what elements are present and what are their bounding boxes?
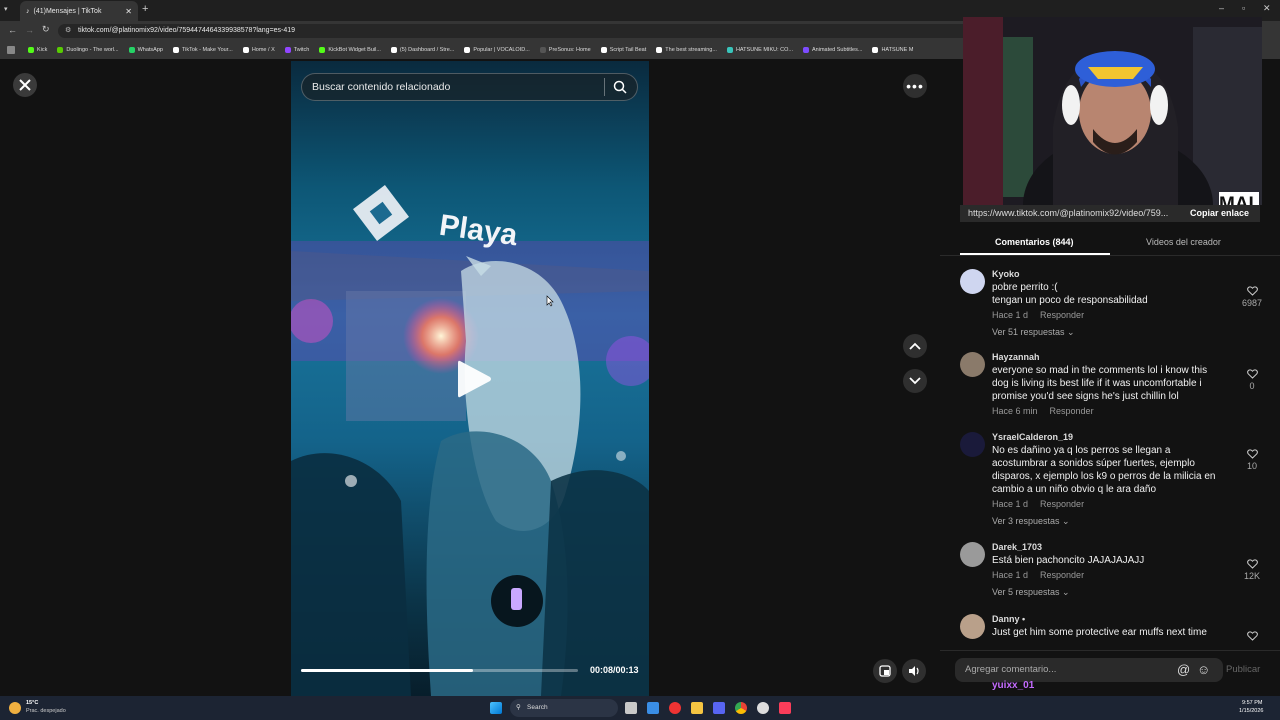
comment-username[interactable]: Kyoko [992,269,1020,279]
view-replies-label: Ver 51 respuestas [992,327,1065,337]
heart-icon [1246,631,1258,641]
heart-icon [1246,449,1258,459]
heart-icon [1246,559,1258,569]
video-timecode: 00:08/00:13 [590,665,639,675]
comment-meta: Hace 1 d Responder [992,570,1096,580]
reply-button[interactable]: Responder [1050,406,1094,416]
like-button[interactable]: 0 [1232,369,1272,391]
comment-text: Está bien pachoncito JAJAJAJAJJ [992,554,1242,567]
comment-text-line: Está bien pachoncito JAJAJAJAJJ [992,555,1145,566]
comment-meta: Hace 1 d Responder [992,499,1096,509]
windows-taskbar: 15°C Prac. despejado ⚲ Search 9:57 PM 1/… [0,696,1280,720]
like-button[interactable]: 6987 [1232,286,1272,308]
comment-time: Hace 1 d [992,310,1029,320]
reply-button[interactable]: Responder [1040,570,1084,580]
comment-text-line: acostumbrar a sonidos súper fuertes, eje… [992,458,1195,469]
avatar[interactable] [960,542,985,567]
comment-text-line: dog is living its best life if it was un… [992,378,1202,389]
chevron-down-icon: ⌄ [1064,327,1075,337]
avatar[interactable] [960,432,985,457]
mention-icon[interactable]: @ [1177,658,1190,682]
view-replies-button[interactable]: Ver 51 respuestas ⌄ [992,327,1075,338]
volume-button[interactable] [902,659,926,683]
publish-button[interactable]: Publicar [1226,664,1260,675]
comment-placeholder: Agregar comentario... [965,664,1057,675]
comment-username[interactable]: Danny • [992,614,1025,624]
view-replies-label: Ver 3 respuestas [992,516,1060,526]
comment-text-line: disparos, x ejemplo los k9 o perros de l… [992,471,1216,482]
comment-text: No es dañino ya q los perros se llegan a… [992,444,1242,496]
view-replies-button[interactable]: Ver 5 respuestas ⌄ [992,587,1070,598]
file-explorer-icon[interactable] [691,702,703,714]
like-button[interactable]: 10 [1232,449,1272,471]
volume-icon [908,666,919,676]
comment-text: everyone so mad in the comments lol i kn… [992,364,1242,403]
view-replies-button[interactable]: Ver 3 respuestas ⌄ [992,516,1070,527]
music-icon[interactable] [779,702,791,714]
comment-username[interactable]: Darek_1703 [992,542,1042,552]
avatar[interactable] [960,614,985,639]
like-button[interactable]: 12K [1232,559,1272,581]
taskbar-search-label: Search [527,704,548,711]
like-count: 6987 [1241,298,1263,308]
like-count: 10 [1246,461,1257,471]
video-progress-fill [301,669,473,672]
like-count: 0 [1249,381,1255,391]
avatar[interactable] [960,352,985,377]
comment-time: Hace 1 d [992,570,1029,580]
chevron-down-icon: ⌄ [1059,587,1070,597]
comment-meta: Hace 1 d Responder [992,310,1096,320]
like-button[interactable] [1232,631,1272,643]
comment-text: Just get him some protective ear muffs n… [992,626,1242,639]
chevron-down-icon: ⌄ [1059,516,1070,526]
comment-text-line: promise you'd see signs he's just chilli… [992,391,1179,402]
comment-text-line: tengan un poco de responsabilidad [992,295,1148,306]
chatgpt-icon[interactable] [757,702,769,714]
heart-icon [1246,369,1258,379]
taskbar-search-icon: ⚲ [516,704,521,711]
discord-icon[interactable] [713,702,725,714]
reply-button[interactable]: Responder [1040,310,1084,320]
weather-temp: 15°C [26,700,39,706]
like-count: 12K [1243,571,1260,581]
comment-list: Kyoko pobre perrito :( tengan un poco de r… [0,0,1280,650]
comment-time: Hace 6 min [992,406,1038,416]
comment-username[interactable]: Hayzannah [992,352,1040,362]
heart-icon [1246,286,1258,296]
comment-text-line: No es dañino ya q los perros se llegan a [992,445,1171,456]
task-view-icon[interactable] [625,702,637,714]
comment-text-line: pobre perrito :( [992,282,1058,293]
video-progress-bar[interactable] [301,669,578,672]
opera-icon[interactable] [669,702,681,714]
weather-desc: Prac. despejado [26,708,66,714]
view-replies-label: Ver 5 respuestas [992,587,1060,597]
comment-text-line: everyone so mad in the comments lol i kn… [992,365,1208,376]
start-icon[interactable] [490,702,502,714]
comment-text-line: Just get him some protective ear muffs n… [992,627,1207,638]
avatar[interactable] [960,269,985,294]
clock-time[interactable]: 9:57 PM [1242,700,1262,706]
reply-button[interactable]: Responder [1040,499,1084,509]
comment-input[interactable]: Agregar comentario... @ ☺ [955,658,1223,682]
comment-text-line: cambio a un niño obvio q le ara daño [992,484,1157,495]
chrome-icon[interactable] [735,702,747,714]
store-icon[interactable] [647,702,659,714]
taskbar-search[interactable]: ⚲ Search [510,699,618,717]
comment-text: pobre perrito :( tengan un poco de respon… [992,281,1242,307]
comment-time: Hace 1 d [992,499,1029,509]
weather-icon[interactable] [9,702,21,714]
chat-overlay-user: yuixx_01 [992,680,1035,691]
comment-meta: Hace 6 min Responder [992,406,1106,416]
floating-player-button[interactable] [873,659,897,683]
clock-date[interactable]: 1/15/2026 [1239,708,1263,714]
comment-username[interactable]: YsraelCalderon_19 [992,432,1073,442]
emoji-icon[interactable]: ☺ [1197,658,1210,682]
miniplayer-icon [879,665,891,677]
